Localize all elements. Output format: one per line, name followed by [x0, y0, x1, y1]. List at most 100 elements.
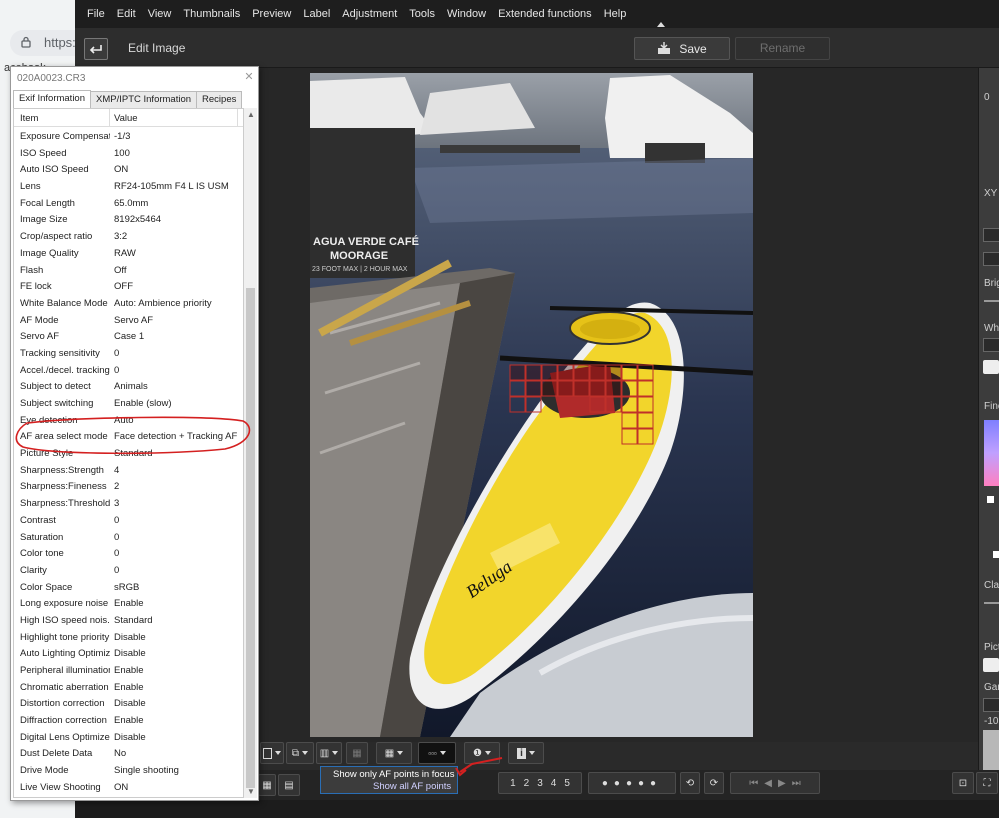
- panel-dropdown[interactable]: [983, 228, 999, 242]
- previous-image-icon[interactable]: ◀: [764, 778, 772, 789]
- table-row[interactable]: Servo AF Case 1: [14, 329, 243, 346]
- rating-5-button[interactable]: 5: [564, 778, 570, 789]
- panel-tab[interactable]: [983, 252, 999, 266]
- table-row[interactable]: AF area select mode Face detection + Trac…: [14, 429, 243, 446]
- scrollbar[interactable]: ▲ ▼: [244, 108, 257, 798]
- table-row[interactable]: FE lock OFF: [14, 279, 243, 296]
- rating-group[interactable]: 1 2 3 4 5: [498, 772, 582, 794]
- menu-preview[interactable]: Preview: [246, 0, 297, 28]
- table-row[interactable]: Long exposure noise ... Enable: [14, 596, 243, 613]
- menu-label[interactable]: Label: [297, 0, 336, 28]
- table-row[interactable]: Drive Mode Single shooting: [14, 763, 243, 780]
- fullscreen-button[interactable]: ⛶: [976, 772, 998, 794]
- menu-adjustment[interactable]: Adjustment: [336, 0, 403, 28]
- table-row[interactable]: Contrast 0: [14, 513, 243, 530]
- compare-button[interactable]: ⧉: [286, 742, 314, 764]
- next-image-icon[interactable]: ▶: [778, 778, 786, 789]
- layout-button[interactable]: [260, 742, 284, 764]
- rating-4-button[interactable]: 4: [551, 778, 557, 789]
- table-row[interactable]: Sharpness:Threshold 3: [14, 496, 243, 513]
- checkbox[interactable]: [987, 496, 994, 503]
- column-value[interactable]: Value: [114, 113, 138, 124]
- menu-extended-functions[interactable]: Extended functions: [492, 0, 598, 28]
- save-button[interactable]: Save: [634, 37, 730, 60]
- camera-icon[interactable]: [983, 360, 999, 374]
- column-item[interactable]: Item: [20, 113, 38, 124]
- split-view-button[interactable]: ▥: [316, 742, 342, 764]
- table-row[interactable]: Chromatic aberration ... Enable: [14, 680, 243, 697]
- table-row[interactable]: Subject to detect Animals: [14, 379, 243, 396]
- table-row[interactable]: ISO Speed 100: [14, 146, 243, 163]
- table-row[interactable]: High ISO speed nois... Standard: [14, 613, 243, 630]
- scroll-down-icon[interactable]: ▼: [247, 787, 255, 796]
- table-row[interactable]: Diffraction correction Enable: [14, 713, 243, 730]
- tooltip-option-all[interactable]: Show all AF points: [373, 781, 451, 792]
- table-row[interactable]: Color Space sRGB: [14, 580, 243, 597]
- back-button[interactable]: [84, 38, 108, 60]
- image-viewer[interactable]: AGUA VERDE CAFÉ MOORAGE 23 FOOT MAX | 2 …: [260, 68, 978, 742]
- last-image-icon[interactable]: ⏭: [792, 778, 801, 789]
- close-icon[interactable]: ✕: [242, 70, 256, 84]
- menu-help[interactable]: Help: [598, 0, 633, 28]
- tooltip-option-in-focus[interactable]: Show only AF points in focus: [333, 769, 454, 780]
- menu-view[interactable]: View: [142, 0, 178, 28]
- table-row[interactable]: White Balance Mode Auto: Ambience priorit…: [14, 296, 243, 313]
- table-row[interactable]: Flash Off: [14, 263, 243, 280]
- tab-recipes[interactable]: Recipes: [196, 91, 243, 108]
- menu-thumbnails[interactable]: Thumbnails: [177, 0, 246, 28]
- table-row[interactable]: Distortion correction Disable: [14, 696, 243, 713]
- menu-edit[interactable]: Edit: [111, 0, 142, 28]
- rename-button[interactable]: Rename: [735, 37, 830, 60]
- table-row[interactable]: Digital Lens Optimizer Disable: [14, 730, 243, 747]
- table-row[interactable]: Image Quality RAW: [14, 246, 243, 263]
- table-row[interactable]: Clarity 0: [14, 563, 243, 580]
- table-row[interactable]: Auto ISO Speed ON: [14, 162, 243, 179]
- rating-3-button[interactable]: 3: [537, 778, 543, 789]
- table-row[interactable]: Saturation 0: [14, 530, 243, 547]
- picture-style-camera-icon[interactable]: [983, 658, 999, 672]
- table-row[interactable]: Sharpness:Strength 4: [14, 463, 243, 480]
- rating-2-button[interactable]: 2: [524, 778, 530, 789]
- table-row[interactable]: Tracking sensitivity 0: [14, 346, 243, 363]
- scroll-up-icon[interactable]: ▲: [247, 110, 255, 119]
- table-row[interactable]: Picture Style Standard: [14, 446, 243, 463]
- menu-file[interactable]: File: [81, 0, 111, 28]
- rotate-right-button[interactable]: ⟳: [704, 772, 724, 794]
- grid-overlay-button[interactable]: ▦: [376, 742, 412, 764]
- photo-preview[interactable]: AGUA VERDE CAFÉ MOORAGE 23 FOOT MAX | 2 …: [310, 73, 753, 737]
- collapse-caret-icon[interactable]: [657, 22, 665, 27]
- table-row[interactable]: AF Mode Servo AF: [14, 313, 243, 330]
- info-button[interactable]: i: [508, 742, 544, 764]
- table-row[interactable]: Color tone 0: [14, 546, 243, 563]
- tab-xmp-iptc[interactable]: XMP/IPTC Information: [90, 91, 198, 108]
- table-row[interactable]: Dust Delete Data No: [14, 746, 243, 763]
- table-row[interactable]: Accel./decel. tracking 0: [14, 363, 243, 380]
- table-row[interactable]: Eye detection Auto: [14, 413, 243, 430]
- navigation-group[interactable]: ⏮ ◀ ▶ ⏭: [730, 772, 820, 794]
- brightness-slider[interactable]: [984, 300, 999, 302]
- color-tone-gradient[interactable]: [984, 420, 999, 486]
- fit-screen-button[interactable]: ⊡: [952, 772, 974, 794]
- table-row[interactable]: Highlight tone priority Disable: [14, 630, 243, 647]
- table-row[interactable]: Focal Length 65.0mm: [14, 196, 243, 213]
- scroll-thumb[interactable]: [246, 288, 255, 788]
- af-points-button[interactable]: ▫▫▫: [418, 742, 456, 764]
- menu-tools[interactable]: Tools: [403, 0, 441, 28]
- thumbnail-list-button[interactable]: ▤: [278, 774, 300, 796]
- table-row[interactable]: Live View Shooting ON: [14, 780, 243, 797]
- rating-1-button[interactable]: 1: [510, 778, 516, 789]
- first-image-icon[interactable]: ⏮: [749, 778, 758, 789]
- grid-toggle-button[interactable]: ▦: [346, 742, 368, 764]
- gamma-dropdown[interactable]: [983, 698, 999, 712]
- table-row[interactable]: Auto Lighting Optimizer Disable: [14, 646, 243, 663]
- table-row[interactable]: Lens RF24-105mm F4 L IS USM: [14, 179, 243, 196]
- clarity-slider[interactable]: [984, 602, 999, 604]
- table-row[interactable]: Sharpness:Fineness 2: [14, 479, 243, 496]
- thumbnail-grid-button[interactable]: ▦: [258, 774, 276, 796]
- rotate-left-button[interactable]: ⟲: [680, 772, 700, 794]
- table-row[interactable]: Crop/aspect ratio 3:2: [14, 229, 243, 246]
- tab-exif[interactable]: Exif Information: [13, 90, 91, 108]
- table-row[interactable]: Peripheral illumination... Enable: [14, 663, 243, 680]
- menu-window[interactable]: Window: [441, 0, 492, 28]
- white-balance-dropdown[interactable]: [983, 338, 999, 352]
